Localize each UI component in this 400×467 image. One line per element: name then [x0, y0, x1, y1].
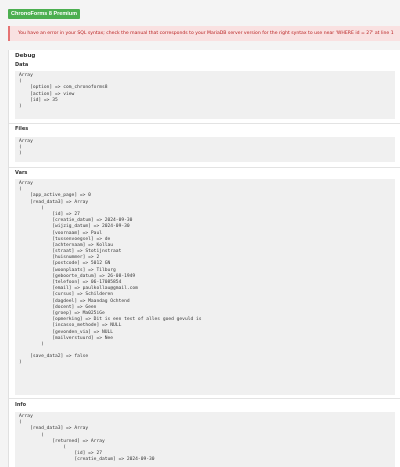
code-block-vars: Array( [app_active_page] => 0 [read_data…: [15, 179, 395, 395]
section-label-vars: Vars: [15, 170, 28, 176]
code-line: [creatie_datum] => 2024-09-30: [19, 457, 155, 463]
section-divider: [9, 398, 400, 399]
code-line: ): [19, 151, 22, 157]
debug-title: Debug: [15, 53, 36, 59]
section-label-info: Info: [15, 402, 27, 408]
error-message: You have an error in your SQL syntax; ch…: [8, 26, 400, 41]
code-block-data: Array( [option] => com_chronoforms8 [act…: [15, 71, 395, 119]
section-divider: [9, 123, 400, 124]
code-block-info: Array( [read_data3] => Array ( [returned…: [15, 412, 395, 467]
code-line: ): [19, 103, 22, 109]
code-block-files: Array(): [15, 137, 395, 162]
section-label-data: Data: [15, 62, 29, 68]
section-divider: [9, 167, 400, 168]
section-label-files: Files: [15, 126, 29, 132]
debug-panel: Debug Data Array( [option] => com_chrono…: [8, 50, 400, 467]
code-line: ): [19, 360, 22, 366]
app-badge: ChronoForms 8 Premium: [8, 9, 81, 19]
